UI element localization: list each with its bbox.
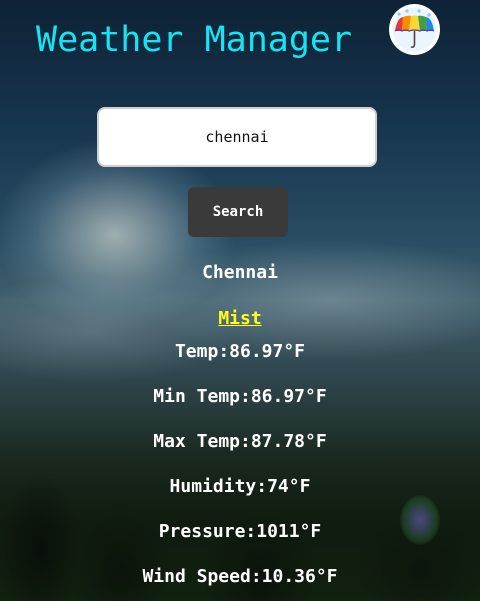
temp-stat: Temp:86.97°F [174,341,306,362]
app-title: Weather Manager [36,20,353,60]
pressure-stat: Pressure:1011°F [158,521,322,542]
search-input[interactable] [97,107,377,167]
min-temp-stat: Min Temp:86.97°F [153,386,327,407]
humidity-stat: Humidity:74°F [169,476,311,497]
search-button[interactable]: Search [188,187,288,237]
max-temp-stat: Max Temp:87.78°F [153,431,327,452]
weather-condition: Mist [218,308,262,329]
wind-speed-stat: Wind Speed:10.36°F [142,566,338,587]
umbrella-icon [389,4,440,55]
city-name: Chennai [202,262,278,283]
app-header: Weather Manager [0,0,480,80]
